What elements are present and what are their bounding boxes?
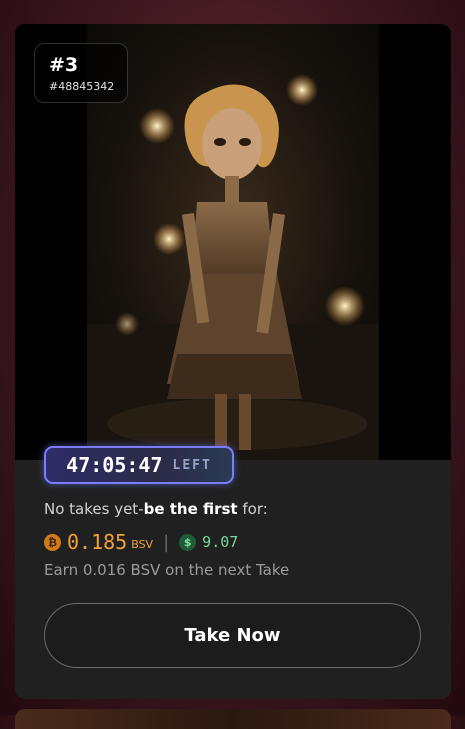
timer-suffix: LEFT xyxy=(172,457,212,473)
take-now-button[interactable]: Take Now xyxy=(44,603,421,668)
countdown-timer: 47:05:47 LEFT xyxy=(44,446,234,484)
dollar-icon: $ xyxy=(179,533,197,551)
timer-value: 47:05:47 xyxy=(66,453,163,477)
price-separator: | xyxy=(163,531,170,553)
takes-status: No takes yet-be the first for: xyxy=(44,500,268,518)
takes-prefix: No takes yet- xyxy=(44,500,144,518)
price-row: ₿ 0.185 BSV | $ 9.07 xyxy=(44,530,238,554)
item-id: #48845342 xyxy=(49,80,115,93)
usd-price: 9.07 xyxy=(202,533,239,551)
nft-card: #3 #48845342 47:05:47 LEFT No takes yet-… xyxy=(15,24,451,699)
rank-number: #3 xyxy=(49,54,79,76)
takes-suffix: for: xyxy=(237,500,268,518)
bitcoin-icon: ₿ xyxy=(44,533,61,551)
artwork-frame[interactable]: #3 #48845342 xyxy=(15,24,451,460)
next-card-preview[interactable] xyxy=(15,709,451,729)
rank-badge: #3 #48845342 xyxy=(34,43,128,103)
takes-emphasis: be the first xyxy=(143,500,238,518)
artwork-image[interactable] xyxy=(87,24,379,460)
bsv-price: 0.185 xyxy=(67,530,128,554)
bsv-unit: BSV xyxy=(131,538,154,551)
earn-info: Earn 0.016 BSV on the next Take xyxy=(44,561,290,579)
